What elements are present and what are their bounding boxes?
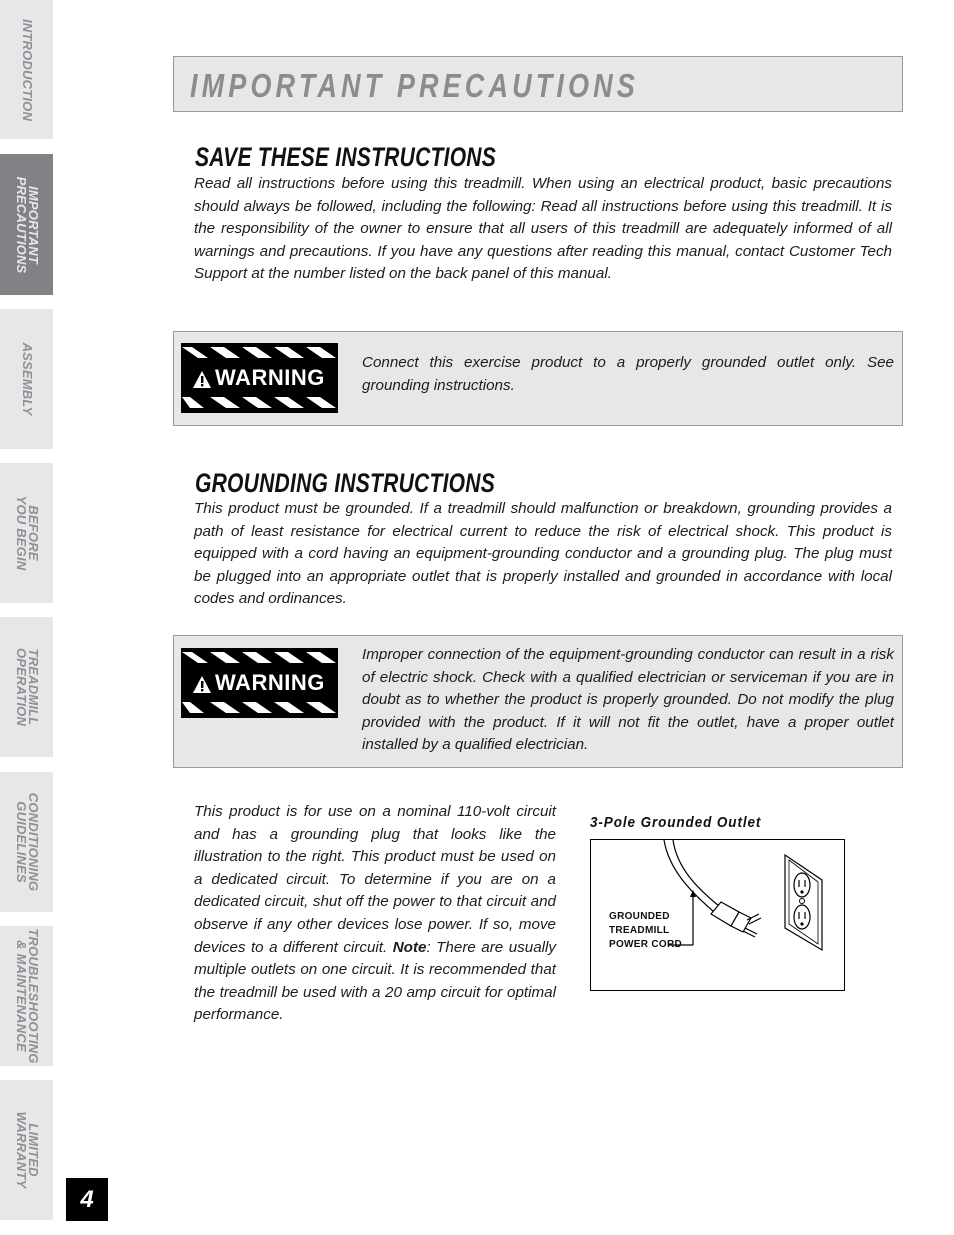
tab-label-line: & MAINTENANCE	[13, 940, 29, 1052]
warning-sign: WARNING	[181, 343, 338, 413]
sidebar-tab-label: ASSEMBLY	[19, 342, 35, 416]
figure-title: 3-Pole Grounded Outlet	[590, 814, 762, 831]
tab-label-line: ASSEMBLY	[19, 342, 35, 416]
warning-sign: WARNING	[181, 648, 338, 718]
save-instructions-body: Read all instructions before using this …	[194, 175, 892, 283]
save-instructions-heading: SAVE THESE INSTRUCTIONS	[195, 142, 497, 172]
sidebar-tab-label: INTRODUCTION	[19, 18, 35, 121]
tab-label-line: INTRODUCTION	[19, 18, 35, 121]
sidebar-tab-label: CONDITIONING GUIDELINES	[13, 793, 41, 891]
figure-label: GROUNDED TREADMILL POWER CORD	[609, 910, 682, 952]
grounding-instructions-body: This product must be grounded. If a trea…	[194, 500, 892, 608]
sidebar-tab-label: TROUBLESHOOTING & MAINTENANCE	[13, 928, 41, 1063]
warning-text: Connect this exercise product to a prope…	[362, 354, 894, 394]
page-title-banner: IMPORTANT PRECAUTIONS	[173, 56, 903, 112]
sidebar-tab-before-you-begin[interactable]: BEFORE YOU BEGIN	[0, 463, 53, 603]
warning-box-grounded-outlet: WARNING Connect this exercise product to…	[173, 331, 903, 426]
warning-box-improper-connection: WARNING Improper connection of the equip…	[173, 635, 903, 768]
figure-label-line: POWER CORD	[609, 939, 682, 950]
circuit-text-1: This product is for use on a nominal 110…	[194, 803, 556, 956]
grounding-instructions-heading: GROUNDING INSTRUCTIONS	[195, 468, 495, 498]
tab-label-line: YOU BEGIN	[13, 495, 29, 571]
tab-label-line: WARRANTY	[13, 1111, 29, 1189]
sidebar-tab-label: TREADMILL OPERATION	[13, 647, 41, 727]
figure-label-line: TREADMILL	[609, 925, 670, 936]
sidebar-tab-treadmill-operation[interactable]: TREADMILL OPERATION	[0, 617, 53, 757]
page-number: 4	[66, 1178, 108, 1221]
figure-label-line: GROUNDED	[609, 911, 670, 922]
sidebar-tab-important-precautions[interactable]: IMPORTANT PRECAUTIONS	[0, 154, 53, 295]
sidebar-tab-label: BEFORE YOU BEGIN	[13, 495, 41, 571]
circuit-instructions-body: This product is for use on a nominal 110…	[194, 801, 556, 1027]
sidebar-tab-label: LIMITED WARRANTY	[13, 1111, 41, 1189]
sidebar-tab-limited-warranty[interactable]: LIMITED WARRANTY	[0, 1080, 53, 1220]
sidebar-tab-introduction[interactable]: INTRODUCTION	[0, 0, 53, 139]
tab-label-line: PRECAUTIONS	[13, 176, 29, 273]
warning-sign-label: WARNING	[215, 365, 325, 390]
sidebar-tab-troubleshooting-maintenance[interactable]: TROUBLESHOOTING & MAINTENANCE	[0, 926, 53, 1066]
sidebar-tab-conditioning-guidelines[interactable]: CONDITIONING GUIDELINES	[0, 772, 53, 912]
sidebar-tab-assembly[interactable]: ASSEMBLY	[0, 309, 53, 449]
outlet-illustration: GROUNDED TREADMILL POWER CORD	[590, 839, 845, 991]
warning-text: Improper connection of the equipment-gro…	[362, 646, 894, 754]
warning-sign-label: WARNING	[215, 670, 325, 695]
tab-label-line: GUIDELINES	[13, 801, 29, 883]
sidebar-tab-label: IMPORTANT PRECAUTIONS	[13, 176, 41, 273]
note-label: Note	[392, 938, 427, 956]
page-title: IMPORTANT PRECAUTIONS	[190, 67, 639, 104]
tab-label-line: OPERATION	[13, 647, 29, 727]
